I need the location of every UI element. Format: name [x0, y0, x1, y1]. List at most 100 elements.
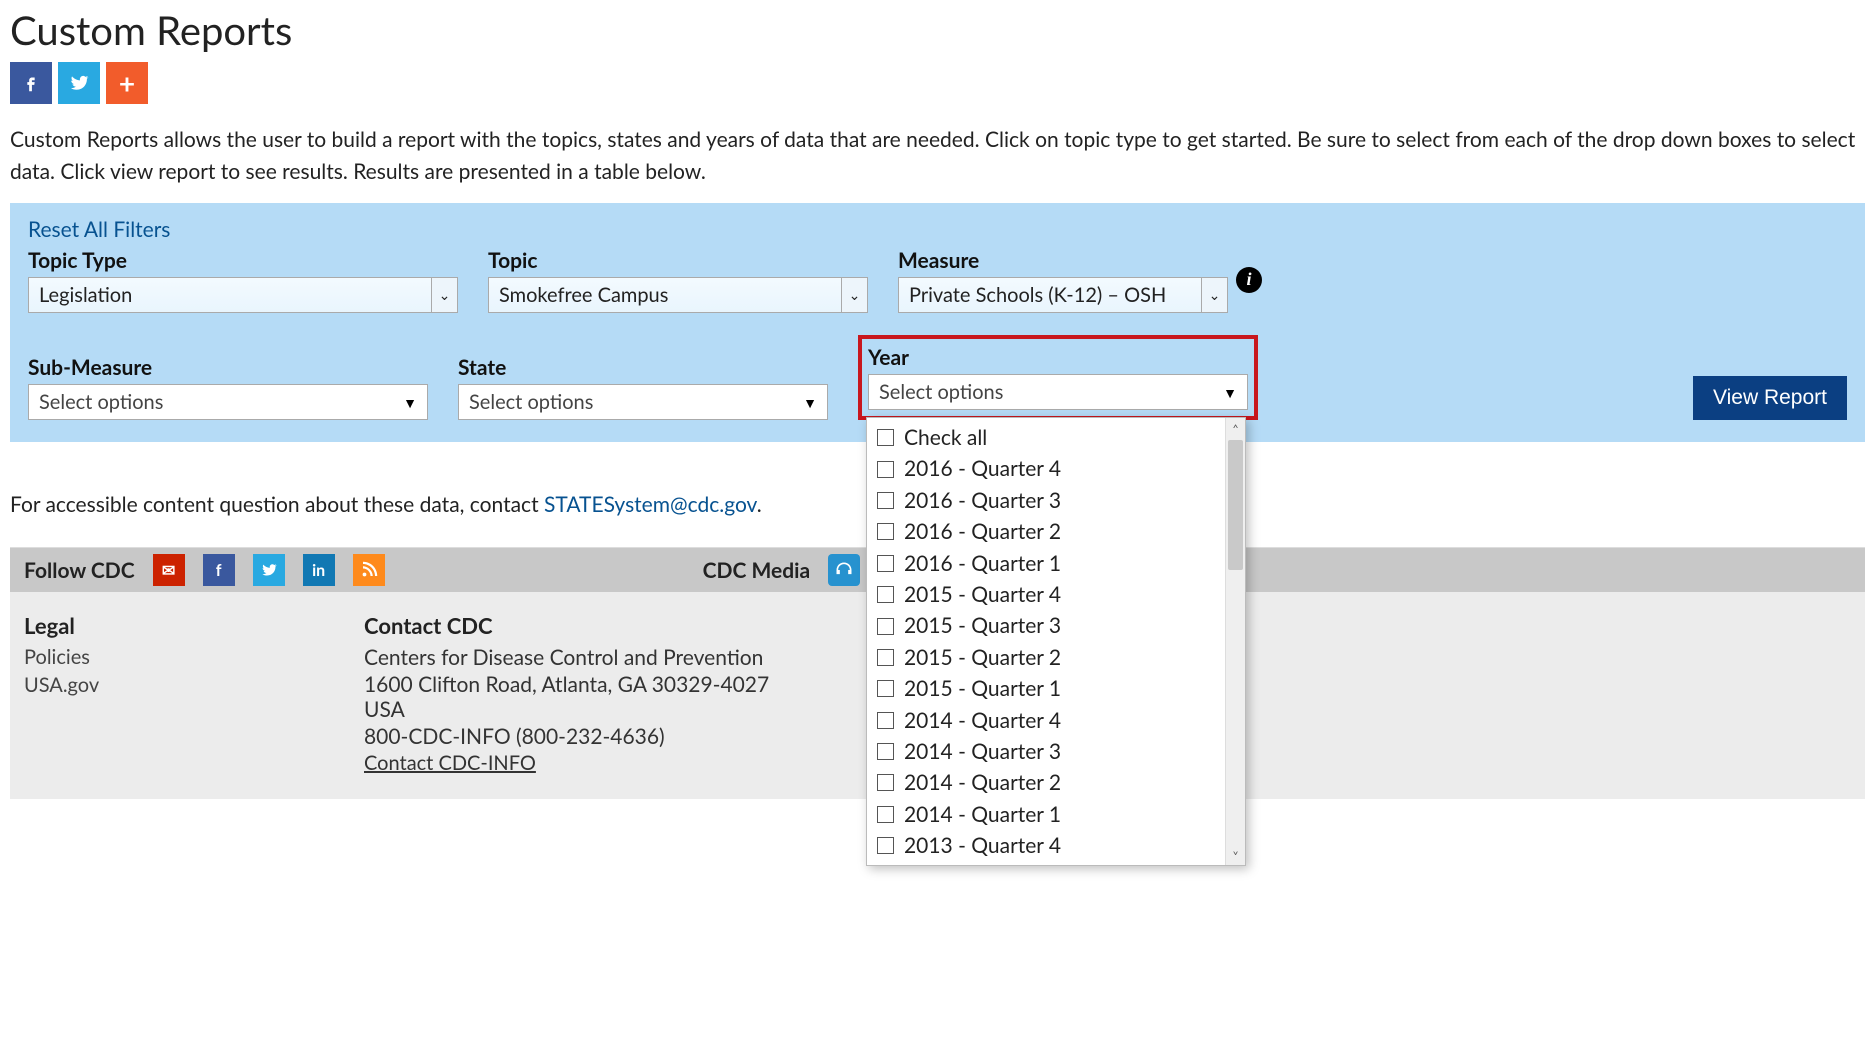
year-option-label: 2015 - Quarter 3 [904, 611, 1061, 640]
plus-icon: + [119, 66, 135, 100]
year-check-all[interactable]: Check all [877, 422, 1215, 453]
contact-cdc-info-link[interactable]: Contact CDC-INFO [364, 751, 784, 775]
reset-filters-link[interactable]: Reset All Filters [28, 217, 170, 242]
chevron-down-icon: ⌄ [1201, 278, 1227, 312]
twitter-share-button[interactable] [58, 62, 100, 104]
view-report-button[interactable]: View Report [1693, 376, 1847, 420]
checkbox-icon[interactable] [877, 743, 894, 760]
checkbox-icon[interactable] [877, 586, 894, 603]
chevron-down-icon: ⌄ [841, 278, 867, 312]
headphones-icon[interactable] [828, 554, 860, 586]
state-label: State [458, 355, 828, 380]
checkbox-icon[interactable] [877, 429, 894, 446]
dropdown-scrollbar[interactable]: ˄ ˅ [1225, 418, 1245, 865]
twitter-icon[interactable] [253, 554, 285, 586]
measure-select[interactable]: Private Schools (K-12) – OSH ⌄ [898, 277, 1228, 313]
page-title: Custom Reports [10, 6, 1865, 54]
facebook-icon[interactable]: f [203, 554, 235, 586]
checkbox-icon[interactable] [877, 649, 894, 666]
checkbox-icon[interactable] [877, 806, 894, 823]
follow-cdc-label: Follow CDC [24, 558, 135, 583]
checkbox-icon[interactable] [877, 492, 894, 509]
topic-select[interactable]: Smokefree Campus ⌄ [488, 277, 868, 313]
year-option[interactable]: 2014 - Quarter 4 [877, 705, 1215, 736]
year-option-label: 2014 - Quarter 3 [904, 737, 1061, 766]
checkbox-icon[interactable] [877, 837, 894, 854]
year-option[interactable]: 2015 - Quarter 4 [877, 579, 1215, 610]
more-share-button[interactable]: + [106, 62, 148, 104]
contact-heading: Contact CDC [364, 612, 784, 639]
scroll-thumb[interactable] [1228, 440, 1243, 570]
accessible-email-link[interactable]: STATESystem@cdc.gov [544, 492, 757, 517]
year-option-label: 2015 - Quarter 2 [904, 643, 1061, 672]
year-field: Year Select options ▼ Check all 2016 - Q… [858, 335, 1258, 420]
year-option[interactable]: 2016 - Quarter 2 [877, 516, 1215, 547]
year-select[interactable]: Select options ▼ [868, 374, 1248, 410]
year-option[interactable]: 2016 - Quarter 3 [877, 485, 1215, 516]
contact-phone: 800-CDC-INFO (800-232-4636) [364, 724, 784, 749]
year-option-label: 2013 - Quarter 4 [904, 831, 1061, 860]
topic-type-select[interactable]: Legislation ⌄ [28, 277, 458, 313]
year-option[interactable]: 2015 - Quarter 2 [877, 642, 1215, 673]
year-option-label: 2015 - Quarter 4 [904, 580, 1061, 609]
footer-contact-col: Contact CDC Centers for Disease Control … [364, 612, 784, 775]
scroll-up-icon[interactable]: ˄ [1226, 418, 1245, 438]
email-icon[interactable]: ✉ [153, 554, 185, 586]
year-dropdown-list[interactable]: Check all 2016 - Quarter 4 2016 - Quarte… [867, 418, 1225, 865]
policies-link[interactable]: Policies [24, 645, 284, 669]
topic-type-field: Topic Type Legislation ⌄ [28, 248, 458, 313]
triangle-down-icon: ▼ [403, 394, 417, 411]
year-option[interactable]: 2016 - Quarter 1 [877, 548, 1215, 579]
state-value: Select options [469, 390, 593, 414]
twitter-icon [68, 72, 90, 94]
year-option[interactable]: 2015 - Quarter 3 [877, 610, 1215, 641]
year-option-label: 2014 - Quarter 4 [904, 706, 1061, 735]
year-label: Year [868, 345, 1248, 370]
year-option-label: 2016 - Quarter 4 [904, 454, 1061, 483]
checkbox-icon[interactable] [877, 461, 894, 478]
checkbox-icon[interactable] [877, 555, 894, 572]
accessible-suffix: . [757, 492, 762, 517]
checkbox-icon[interactable] [877, 712, 894, 729]
measure-value: Private Schools (K-12) – OSH [899, 278, 1201, 312]
year-option-label: 2016 - Quarter 3 [904, 486, 1061, 515]
state-field: State Select options ▼ [458, 355, 828, 420]
year-value: Select options [879, 380, 1003, 404]
sub-measure-select[interactable]: Select options ▼ [28, 384, 428, 420]
year-option[interactable]: 2014 - Quarter 2 [877, 767, 1215, 798]
year-option-label: 2016 - Quarter 1 [904, 549, 1061, 578]
year-option[interactable]: 2013 - Quarter 4 [877, 830, 1215, 861]
info-icon[interactable]: i [1236, 267, 1262, 293]
sub-measure-field: Sub-Measure Select options ▼ [28, 355, 428, 420]
topic-type-label: Topic Type [28, 248, 458, 273]
share-row: + [10, 62, 1865, 104]
usagov-link[interactable]: USA.gov [24, 673, 284, 697]
rss-icon[interactable] [353, 554, 385, 586]
facebook-icon [20, 72, 42, 94]
sub-measure-label: Sub-Measure [28, 355, 428, 380]
scroll-down-icon[interactable]: ˅ [1226, 845, 1245, 865]
topic-field: Topic Smokefree Campus ⌄ [488, 248, 868, 313]
triangle-down-icon: ▼ [1223, 384, 1237, 401]
year-option[interactable]: 2014 - Quarter 1 [877, 799, 1215, 830]
year-option[interactable]: 2015 - Quarter 1 [877, 673, 1215, 704]
year-option-label: 2015 - Quarter 1 [904, 674, 1061, 703]
checkbox-icon[interactable] [877, 774, 894, 791]
checkbox-icon[interactable] [877, 618, 894, 635]
accessible-prefix: For accessible content question about th… [10, 492, 544, 517]
state-select[interactable]: Select options ▼ [458, 384, 828, 420]
year-highlight-box: Year Select options ▼ [858, 335, 1258, 420]
year-dropdown-panel: Check all 2016 - Quarter 4 2016 - Quarte… [866, 417, 1246, 866]
measure-field: Measure Private Schools (K-12) – OSH ⌄ i [898, 248, 1262, 313]
year-option-label: 2014 - Quarter 2 [904, 768, 1061, 797]
triangle-down-icon: ▼ [803, 394, 817, 411]
contact-address: 1600 Clifton Road, Atlanta, GA 30329-402… [364, 672, 784, 722]
year-option[interactable]: 2016 - Quarter 4 [877, 453, 1215, 484]
facebook-share-button[interactable] [10, 62, 52, 104]
year-option[interactable]: 2014 - Quarter 3 [877, 736, 1215, 767]
checkbox-icon[interactable] [877, 680, 894, 697]
checkbox-icon[interactable] [877, 523, 894, 540]
linkedin-icon[interactable]: in [303, 554, 335, 586]
topic-type-value: Legislation [29, 278, 431, 312]
topic-label: Topic [488, 248, 868, 273]
